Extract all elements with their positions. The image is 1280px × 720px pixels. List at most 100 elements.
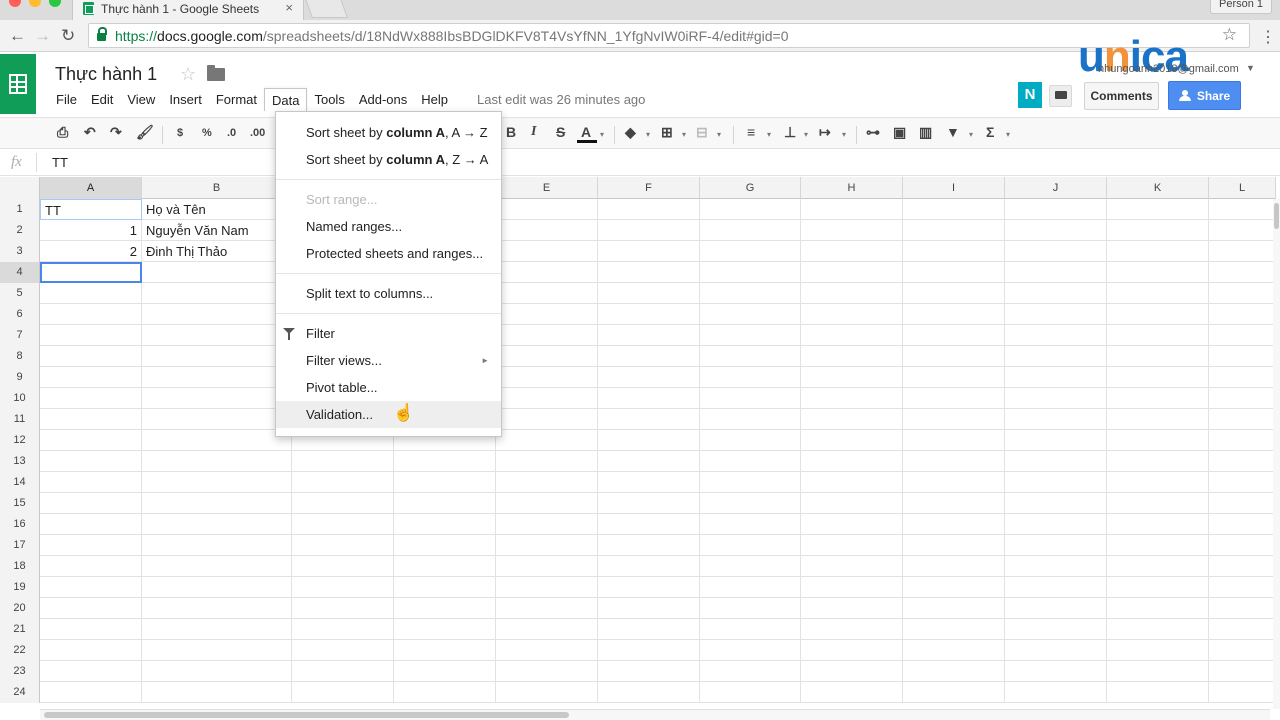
account-caret-icon[interactable]: ▼ xyxy=(1246,63,1255,73)
cell-h11[interactable] xyxy=(801,409,903,430)
cell-g17[interactable] xyxy=(700,535,801,556)
comments-button[interactable]: Comments xyxy=(1084,82,1159,110)
cell-f22[interactable] xyxy=(598,640,700,661)
cell-f5[interactable] xyxy=(598,283,700,304)
cell-l17[interactable] xyxy=(1209,535,1276,556)
column-header-k[interactable]: K xyxy=(1107,177,1209,199)
cell-i24[interactable] xyxy=(903,682,1005,703)
cell-f7[interactable] xyxy=(598,325,700,346)
cell-j20[interactable] xyxy=(1005,598,1107,619)
cell-j23[interactable] xyxy=(1005,661,1107,682)
cell-k6[interactable] xyxy=(1107,304,1209,325)
column-header-i[interactable]: I xyxy=(903,177,1005,199)
cell-k10[interactable] xyxy=(1107,388,1209,409)
cell-f17[interactable] xyxy=(598,535,700,556)
cell-k9[interactable] xyxy=(1107,367,1209,388)
cell-j1[interactable] xyxy=(1005,199,1107,220)
cell-a21[interactable] xyxy=(40,619,142,640)
document-title[interactable]: Thực hành 1 xyxy=(55,64,157,85)
row-header[interactable]: 13 xyxy=(0,451,40,472)
cell-j18[interactable] xyxy=(1005,556,1107,577)
cell-b2[interactable]: Nguyễn Văn Nam xyxy=(142,220,292,241)
insert-chart-icon[interactable]: ▥ xyxy=(919,124,932,141)
cell-l20[interactable] xyxy=(1209,598,1276,619)
row-header[interactable]: 20 xyxy=(0,598,40,619)
cell-e1[interactable] xyxy=(496,199,598,220)
cell-k15[interactable] xyxy=(1107,493,1209,514)
cell-l24[interactable] xyxy=(1209,682,1276,703)
column-header-f[interactable]: F xyxy=(598,177,700,199)
column-header-g[interactable]: G xyxy=(700,177,801,199)
cell-k16[interactable] xyxy=(1107,514,1209,535)
cell-c22[interactable] xyxy=(292,640,394,661)
cell-i23[interactable] xyxy=(903,661,1005,682)
cell-j3[interactable] xyxy=(1005,241,1107,262)
cell-b21[interactable] xyxy=(142,619,292,640)
cell-h23[interactable] xyxy=(801,661,903,682)
cell-k2[interactable] xyxy=(1107,220,1209,241)
cell-j24[interactable] xyxy=(1005,682,1107,703)
menu-sort-az[interactable]: Sort sheet by column A, A → Z xyxy=(276,119,501,146)
horizontal-align-icon[interactable]: ≡ xyxy=(747,124,755,140)
column-header-e[interactable]: E xyxy=(496,177,598,199)
tab-close-icon[interactable]: × xyxy=(285,0,293,15)
cell-i17[interactable] xyxy=(903,535,1005,556)
cell-d18[interactable] xyxy=(394,556,496,577)
cell-l8[interactable] xyxy=(1209,346,1276,367)
menu-insert[interactable]: Insert xyxy=(162,88,209,111)
cell-k7[interactable] xyxy=(1107,325,1209,346)
cell-e6[interactable] xyxy=(496,304,598,325)
cell-l9[interactable] xyxy=(1209,367,1276,388)
row-header[interactable]: 14 xyxy=(0,472,40,493)
column-header-l[interactable]: L xyxy=(1209,177,1276,199)
cell-l14[interactable] xyxy=(1209,472,1276,493)
row-header[interactable]: 4 xyxy=(0,262,40,283)
cell-a9[interactable] xyxy=(40,367,142,388)
insert-comment-icon[interactable]: ▣ xyxy=(893,124,906,141)
cell-j21[interactable] xyxy=(1005,619,1107,640)
cell-h18[interactable] xyxy=(801,556,903,577)
cell-l12[interactable] xyxy=(1209,430,1276,451)
cell-a11[interactable] xyxy=(40,409,142,430)
cell-j19[interactable] xyxy=(1005,577,1107,598)
cell-f18[interactable] xyxy=(598,556,700,577)
cell-j6[interactable] xyxy=(1005,304,1107,325)
cell-h22[interactable] xyxy=(801,640,903,661)
cell-b11[interactable] xyxy=(142,409,292,430)
column-header-j[interactable]: J xyxy=(1005,177,1107,199)
borders-caret-icon[interactable]: ▾ xyxy=(682,130,686,139)
cell-f21[interactable] xyxy=(598,619,700,640)
cell-g19[interactable] xyxy=(700,577,801,598)
cell-d21[interactable] xyxy=(394,619,496,640)
window-close-button[interactable] xyxy=(9,0,21,7)
cell-j16[interactable] xyxy=(1005,514,1107,535)
cell-f14[interactable] xyxy=(598,472,700,493)
cell-i15[interactable] xyxy=(903,493,1005,514)
cell-g7[interactable] xyxy=(700,325,801,346)
cell-a17[interactable] xyxy=(40,535,142,556)
cell-e3[interactable] xyxy=(496,241,598,262)
cell-b7[interactable] xyxy=(142,325,292,346)
functions-icon[interactable]: Σ xyxy=(986,124,994,140)
share-button[interactable]: Share xyxy=(1168,81,1241,110)
cell-a2[interactable]: 1 xyxy=(40,220,142,241)
menu-view[interactable]: View xyxy=(120,88,162,111)
cell-l19[interactable] xyxy=(1209,577,1276,598)
filter-icon[interactable]: ▼ xyxy=(946,124,960,140)
cell-j10[interactable] xyxy=(1005,388,1107,409)
row-header[interactable]: 23 xyxy=(0,661,40,682)
fill-color-caret-icon[interactable]: ▾ xyxy=(646,130,650,139)
cell-k24[interactable] xyxy=(1107,682,1209,703)
cell-c16[interactable] xyxy=(292,514,394,535)
cell-h8[interactable] xyxy=(801,346,903,367)
cell-h16[interactable] xyxy=(801,514,903,535)
row-header[interactable]: 5 xyxy=(0,283,40,304)
cell-g22[interactable] xyxy=(700,640,801,661)
forward-icon[interactable]: → xyxy=(34,26,51,46)
cell-j22[interactable] xyxy=(1005,640,1107,661)
cell-f6[interactable] xyxy=(598,304,700,325)
cell-c14[interactable] xyxy=(292,472,394,493)
cell-g1[interactable] xyxy=(700,199,801,220)
cell-k4[interactable] xyxy=(1107,262,1209,283)
cell-h19[interactable] xyxy=(801,577,903,598)
